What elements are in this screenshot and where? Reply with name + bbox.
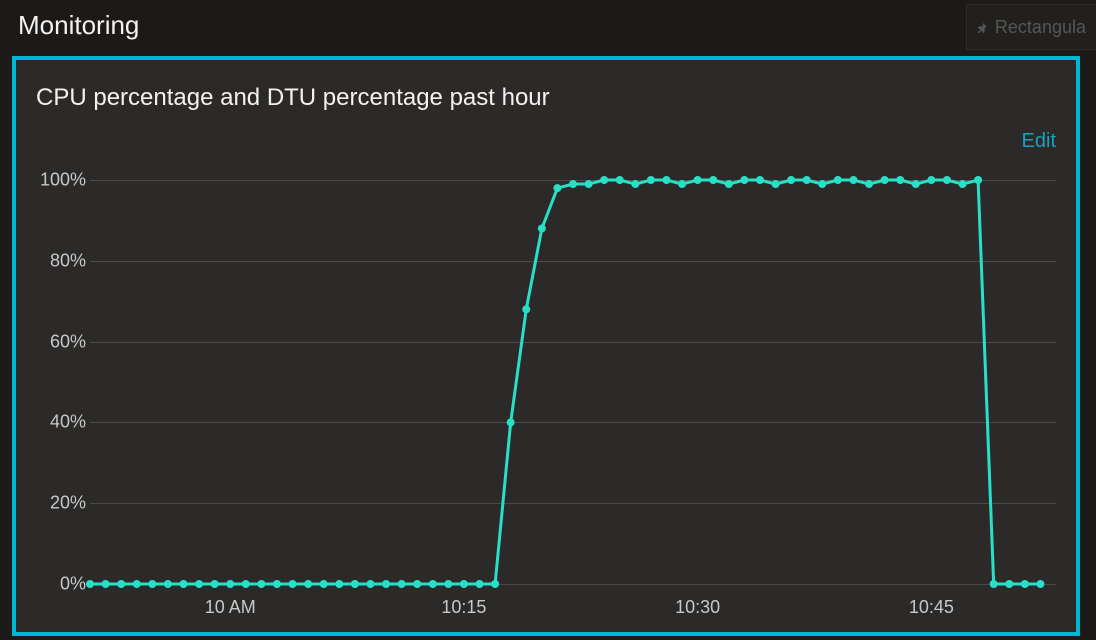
data-point: [211, 580, 219, 588]
data-point: [382, 580, 390, 588]
data-point: [694, 176, 702, 184]
line-series: [90, 180, 1056, 584]
edit-link[interactable]: Edit: [1022, 130, 1056, 153]
data-point: [351, 580, 359, 588]
data-point: [195, 580, 203, 588]
metrics-tile[interactable]: CPU percentage and DTU percentage past h…: [12, 56, 1080, 636]
data-point: [444, 580, 452, 588]
data-point: [990, 580, 998, 588]
data-point: [678, 180, 686, 188]
data-point: [117, 580, 125, 588]
data-point: [709, 176, 717, 184]
data-point: [569, 180, 577, 188]
data-point: [631, 180, 639, 188]
data-point: [616, 176, 624, 184]
chart-area: 0%20%40%60%80%100% 10 AM10:1510:3010:45: [28, 180, 1056, 624]
data-point: [429, 580, 437, 588]
data-point: [226, 580, 234, 588]
x-tick-label: 10:15: [441, 597, 486, 618]
data-point: [86, 580, 94, 588]
data-point: [242, 580, 250, 588]
data-point: [772, 180, 780, 188]
data-point: [662, 176, 670, 184]
data-point: [725, 180, 733, 188]
data-point: [1021, 580, 1029, 588]
data-point: [507, 418, 515, 426]
data-point: [553, 184, 561, 192]
data-point: [927, 176, 935, 184]
data-point: [1005, 580, 1013, 588]
data-point: [803, 176, 811, 184]
data-point: [320, 580, 328, 588]
y-tick-label: 0%: [60, 574, 86, 595]
data-point: [366, 580, 374, 588]
x-tick-label: 10:45: [909, 597, 954, 618]
data-point: [834, 176, 842, 184]
y-tick-label: 80%: [50, 250, 86, 271]
data-point: [740, 176, 748, 184]
data-point: [849, 176, 857, 184]
y-tick-label: 20%: [50, 493, 86, 514]
data-point: [148, 580, 156, 588]
data-point: [273, 580, 281, 588]
data-point: [491, 580, 499, 588]
data-point: [257, 580, 265, 588]
data-point: [522, 305, 530, 313]
data-point: [476, 580, 484, 588]
data-point: [538, 224, 546, 232]
data-point: [818, 180, 826, 188]
data-point: [133, 580, 141, 588]
data-point: [943, 176, 951, 184]
data-point: [912, 180, 920, 188]
data-point: [289, 580, 297, 588]
data-point: [881, 176, 889, 184]
data-point: [398, 580, 406, 588]
rectangular-snip-button[interactable]: Rectangula: [966, 4, 1096, 50]
data-point: [102, 580, 110, 588]
data-point: [600, 176, 608, 184]
data-point: [164, 580, 172, 588]
data-point: [1036, 580, 1044, 588]
data-point: [585, 180, 593, 188]
y-tick-label: 100%: [40, 170, 86, 191]
data-point: [896, 176, 904, 184]
data-point: [787, 176, 795, 184]
data-point: [460, 580, 468, 588]
y-tick-label: 60%: [50, 331, 86, 352]
data-point: [179, 580, 187, 588]
section-title: Monitoring: [18, 10, 139, 41]
data-point: [335, 580, 343, 588]
pin-icon: [975, 20, 989, 34]
data-point: [974, 176, 982, 184]
data-point: [413, 580, 421, 588]
series-line: [90, 180, 1040, 584]
rectangular-snip-label: Rectangula: [995, 17, 1086, 38]
data-point: [865, 180, 873, 188]
data-point: [647, 176, 655, 184]
data-point: [304, 580, 312, 588]
data-point: [756, 176, 764, 184]
x-tick-label: 10 AM: [205, 597, 256, 618]
y-axis: 0%20%40%60%80%100%: [28, 180, 90, 584]
tile-title: CPU percentage and DTU percentage past h…: [36, 84, 1056, 112]
y-tick-label: 40%: [50, 412, 86, 433]
data-point: [959, 180, 967, 188]
x-tick-label: 10:30: [675, 597, 720, 618]
